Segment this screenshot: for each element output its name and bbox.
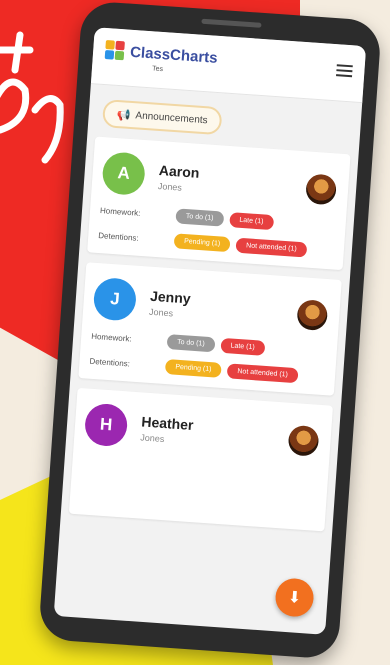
- student-card[interactable]: H Heather Jones: [68, 387, 334, 532]
- megaphone-icon: 📢: [116, 108, 131, 122]
- student-first-name: Jenny: [149, 287, 192, 307]
- student-first-name: Aaron: [158, 161, 200, 181]
- student-avatar: A: [101, 151, 147, 197]
- homework-todo-badge[interactable]: To do (1): [175, 208, 224, 227]
- homework-late-badge[interactable]: Late (1): [220, 337, 266, 356]
- detentions-label: Detentions:: [89, 356, 131, 369]
- student-avatar: J: [92, 276, 138, 322]
- app-subtitle: Tes: [151, 65, 164, 74]
- app-screen: ClassCharts Tes 📢 Announcements A Aaron …: [53, 27, 367, 635]
- detentions-row: Detentions: Pending (1) Not attended (1): [89, 354, 325, 385]
- top-bar: ClassCharts Tes: [90, 27, 367, 104]
- announcements-button[interactable]: 📢 Announcements: [101, 99, 223, 136]
- logo-mark-icon: [104, 40, 126, 61]
- student-last-name: Jones: [140, 431, 165, 444]
- student-header: J Jenny Jones: [92, 276, 330, 335]
- student-first-name: Heather: [140, 412, 195, 433]
- detention-pending-badge[interactable]: Pending (1): [164, 358, 222, 378]
- detentions-label: Detentions:: [98, 230, 140, 243]
- download-icon[interactable]: ⬇: [274, 577, 315, 618]
- homework-late-badge[interactable]: Late (1): [228, 212, 274, 231]
- detention-not-attended-badge[interactable]: Not attended (1): [226, 363, 299, 384]
- app-title: ClassCharts: [129, 43, 219, 67]
- detention-pending-badge[interactable]: Pending (1): [173, 233, 231, 253]
- phone-frame: ClassCharts Tes 📢 Announcements A Aaron …: [38, 0, 382, 660]
- student-last-name: Jones: [157, 180, 183, 193]
- student-card[interactable]: A Aaron Jones Homework: To do (1) Late (…: [87, 136, 351, 271]
- announcements-label: Announcements: [135, 109, 208, 126]
- detentions-row: Detentions: Pending (1) Not attended (1): [98, 228, 334, 259]
- student-last-name: Jones: [148, 306, 174, 318]
- classcharts-logo: ClassCharts: [104, 40, 219, 68]
- hamburger-icon[interactable]: [336, 64, 353, 78]
- student-avatar: H: [83, 402, 129, 448]
- white-scribble: [0, 31, 64, 164]
- homework-label: Homework:: [99, 206, 141, 218]
- phone-speaker: [201, 18, 262, 28]
- homework-todo-badge[interactable]: To do (1): [166, 334, 216, 353]
- student-card[interactable]: J Jenny Jones Homework: To do (1) Late (…: [78, 262, 342, 396]
- student-header: A Aaron Jones: [101, 151, 339, 209]
- detention-not-attended-badge[interactable]: Not attended (1): [235, 237, 308, 258]
- homework-label: Homework:: [90, 331, 132, 344]
